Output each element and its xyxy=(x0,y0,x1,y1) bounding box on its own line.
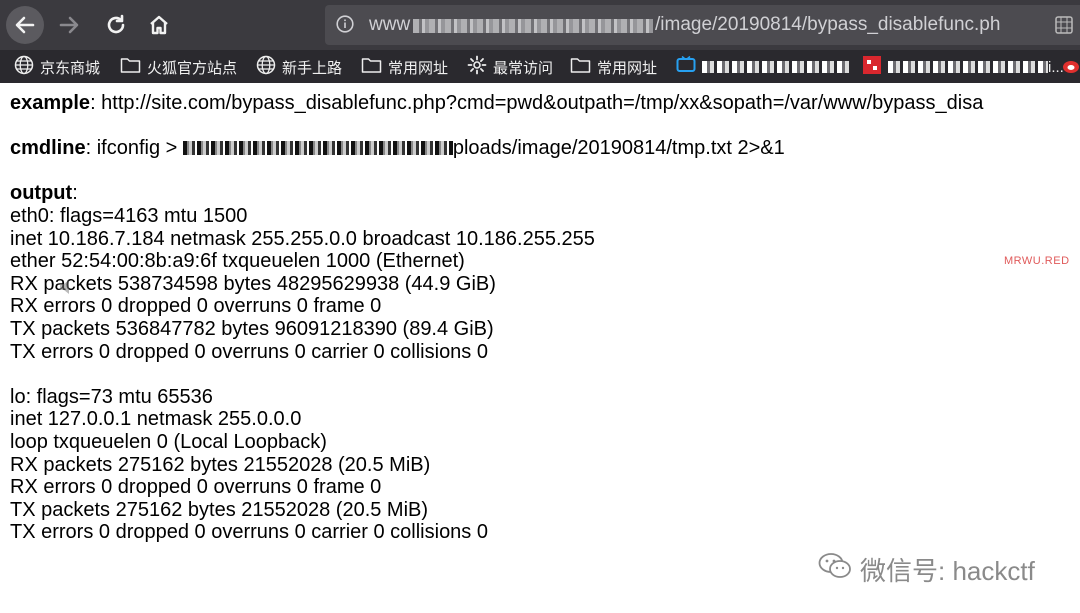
bookmark-item[interactable]: 常用网址 xyxy=(570,56,657,78)
site-watermark: MRWU.RED xyxy=(1004,255,1070,267)
folder-icon xyxy=(361,56,388,78)
speaker-icon xyxy=(58,278,74,301)
example-label: example xyxy=(10,92,91,114)
bookmark-label: 新手上路 xyxy=(282,59,343,77)
home-icon xyxy=(148,14,170,36)
back-button[interactable] xyxy=(6,6,44,44)
reload-button[interactable] xyxy=(97,6,135,44)
bookmark-item[interactable]: 常用网址 xyxy=(361,56,448,78)
url-path: /image/20190814/bypass_disablefunc.ph xyxy=(655,14,1001,35)
bookmark-item[interactable]: 火狐官方站点 xyxy=(120,56,237,78)
bookmark-label-redacted xyxy=(702,61,850,73)
square-icon xyxy=(862,55,888,79)
gear-icon xyxy=(467,55,493,79)
info-icon[interactable] xyxy=(336,15,354,33)
bookmark-label-redacted xyxy=(888,61,1048,73)
bookmark-item-redacted[interactable]: i... xyxy=(862,56,1064,78)
output-line: TX errors 0 dropped 0 overruns 0 carrier… xyxy=(10,521,488,544)
bookmarks-bar: 京东商城 火狐官方站点 新手上路 常用网址 最常访问 常用网址 i... xyxy=(0,50,1080,83)
bookmark-label: 京东商城 xyxy=(40,59,101,77)
cmdline-suffix: ploads/image/20190814/tmp.txt 2>&1 xyxy=(452,137,785,160)
bookmark-item-redacted[interactable] xyxy=(676,55,850,78)
output-line: inet 127.0.0.1 netmask 255.0.0.0 xyxy=(10,408,302,431)
grid-icon[interactable] xyxy=(1054,15,1074,35)
cmdline-redacted xyxy=(182,141,453,156)
output-heading: output: xyxy=(10,182,1080,205)
output-line: eth0: flags=4163 mtu 1500 xyxy=(10,204,248,227)
folder-icon xyxy=(570,56,597,78)
output-line: TX errors 0 dropped 0 overruns 0 carrier… xyxy=(10,340,488,363)
output-label: output xyxy=(10,182,73,205)
weibo-icon xyxy=(1062,55,1080,79)
output-line: RX errors 0 dropped 0 overruns 0 frame 0 xyxy=(10,295,382,318)
wechat-watermark: 微信号: hackctf xyxy=(818,551,1035,588)
example-text: : http://site.com/bypass_disablefunc.php… xyxy=(90,92,984,114)
globe-icon xyxy=(256,55,282,79)
output-line: TX packets 536847782 bytes 96091218390 (… xyxy=(10,317,494,340)
browser-toolbar: www /image/20190814/bypass_disablefunc.p… xyxy=(0,0,1080,50)
arrow-left-icon xyxy=(14,14,36,36)
example-line: example: http://site.com/bypass_disablef… xyxy=(10,92,1080,115)
output-line: RX packets 538734598 bytes 48295629938 (… xyxy=(10,272,496,295)
forward-button[interactable] xyxy=(50,6,88,44)
bookmark-label: 常用网址 xyxy=(388,59,449,77)
arrow-right-icon xyxy=(58,14,80,36)
output-line: lo: flags=73 mtu 65536 xyxy=(10,385,213,408)
output-line: loop txqueuelen 0 (Local Loopback) xyxy=(10,430,327,453)
bookmark-label: 最常访问 xyxy=(493,59,554,77)
tv-icon xyxy=(676,55,702,78)
cmdline-line: cmdline: ifconfig > ploads/image/2019081… xyxy=(10,137,1080,160)
output-line: ether 52:54:00:8b:a9:6f txqueuelen 1000 … xyxy=(10,250,465,273)
home-button[interactable] xyxy=(140,6,178,44)
bookmark-item[interactable]: 京东商城 xyxy=(14,55,101,79)
cmdline-label: cmdline xyxy=(10,137,86,160)
wechat-id: 微信号: hackctf xyxy=(860,556,1035,586)
output-line: RX packets 275162 bytes 21552028 (20.5 M… xyxy=(10,453,431,476)
output-line: RX errors 0 dropped 0 overruns 0 frame 0 xyxy=(10,476,382,499)
output-line: TX packets 275162 bytes 21552028 (20.5 M… xyxy=(10,498,429,521)
globe-icon xyxy=(14,55,40,79)
address-bar[interactable]: www /image/20190814/bypass_disablefunc.p… xyxy=(325,5,1080,45)
bookmark-label: 常用网址 xyxy=(597,59,658,77)
reload-icon xyxy=(105,14,127,36)
wechat-icon xyxy=(818,552,860,587)
cmdline-prefix: : ifconfig > xyxy=(85,137,183,160)
bookmark-label: 火狐官方站点 xyxy=(147,59,238,77)
page-content: example: http://site.com/bypass_disablef… xyxy=(10,92,1080,544)
output-colon: : xyxy=(72,182,78,205)
bookmark-item[interactable]: 最常访问 xyxy=(467,55,554,79)
output-line: inet 10.186.7.184 netmask 255.255.0.0 br… xyxy=(10,227,595,250)
bookmark-item[interactable] xyxy=(1062,56,1080,78)
bookmark-item[interactable]: 新手上路 xyxy=(256,55,343,79)
url-prefix: www xyxy=(369,14,411,35)
url-redacted xyxy=(413,19,653,33)
folder-icon xyxy=(120,56,147,78)
